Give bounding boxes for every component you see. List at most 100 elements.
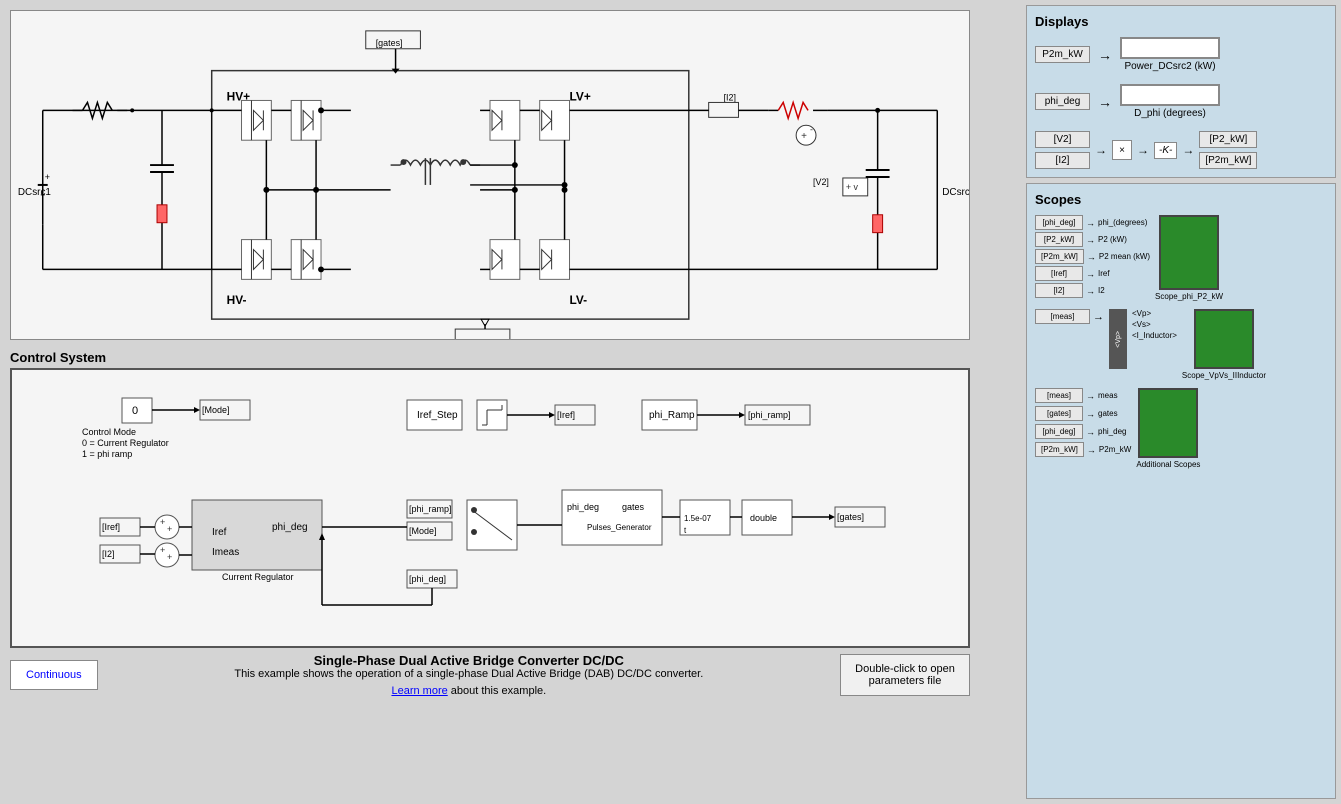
scopes-panel: Scopes [phi_deg] → phi_(degrees) [P2_kW]… bbox=[1026, 183, 1336, 799]
gain-block: -K- bbox=[1154, 142, 1177, 159]
s3-gates: [gates] bbox=[1035, 406, 1083, 421]
display-col-phi: D_phi (degrees) bbox=[1120, 84, 1220, 119]
s1-label-5: I2 bbox=[1098, 286, 1105, 295]
svg-text:[Mode]: [Mode] bbox=[202, 405, 230, 415]
arrow-icon-3: → bbox=[1095, 143, 1107, 157]
circuit-diagram: HV+ LV+ HV- LV- DCsrc1 + bbox=[10, 10, 970, 340]
scope2-meas: [meas] → bbox=[1035, 309, 1104, 324]
svg-text:+: + bbox=[45, 172, 50, 182]
svg-text:phi_deg: phi_deg bbox=[567, 502, 599, 512]
learn-more-suffix: about this example. bbox=[451, 685, 546, 697]
scope3-inputs: [meas] → meas [gates] → gates [phi_deg] … bbox=[1035, 388, 1131, 457]
scope1-inputs: [phi_deg] → phi_(degrees) [P2_kW] → P2 (… bbox=[1035, 215, 1150, 298]
signal-i2: [I2] bbox=[1035, 152, 1090, 169]
display-label-phi: D_phi (degrees) bbox=[1134, 108, 1206, 119]
svg-text:+: + bbox=[167, 552, 172, 562]
display-item-phi: phi_deg → D_phi (degrees) bbox=[1035, 84, 1327, 119]
displays-title: Displays bbox=[1035, 14, 1327, 29]
scope2-screen-col: Scope_VpVs_IIInductor bbox=[1182, 309, 1266, 380]
learn-more-link[interactable]: Learn more bbox=[391, 685, 447, 697]
signal-phi-deg: phi_deg bbox=[1035, 93, 1090, 110]
svg-text:DCsrc1: DCsrc1 bbox=[18, 187, 52, 198]
arrow-s1-4: → bbox=[1086, 269, 1095, 279]
s1-label-2: P2 (kW) bbox=[1098, 235, 1127, 244]
signal-p2-kw-out: [P2_kW] bbox=[1199, 131, 1257, 148]
arrow-icon: → bbox=[1098, 47, 1112, 63]
svg-text:gates: gates bbox=[622, 502, 645, 512]
s3-phi-deg: [phi_deg] bbox=[1035, 424, 1083, 439]
s3-label-3: phi_deg bbox=[1098, 427, 1126, 436]
svg-text:DCsrc2: DCsrc2 bbox=[942, 187, 969, 198]
scope3-name: Additional Scopes bbox=[1136, 460, 1200, 469]
scope3-input-4: [P2m_kW] → P2m_kW bbox=[1035, 442, 1131, 457]
signal-p2m-kw: P2m_kW bbox=[1035, 46, 1090, 63]
multiply-inputs: [V2] [I2] bbox=[1035, 131, 1090, 169]
main-container: HV+ LV+ HV- LV- DCsrc1 + bbox=[0, 0, 1341, 804]
scope3-screen[interactable] bbox=[1138, 388, 1198, 458]
scope2-labels: <Vp> <Vs> <I_Inductor> bbox=[1132, 309, 1177, 340]
s1-phi-deg: [phi_deg] bbox=[1035, 215, 1083, 230]
svg-text:phi_deg: phi_deg bbox=[272, 522, 308, 533]
svg-text:Imeas: Imeas bbox=[212, 547, 239, 558]
scope2-screen[interactable] bbox=[1194, 309, 1254, 369]
scope-vpvs: [meas] → <Vp> <Vp> <Vs> <I_Inductor> Sco… bbox=[1035, 309, 1327, 380]
scope3-screen-col: Additional Scopes bbox=[1136, 388, 1200, 469]
svg-text:1 = phi ramp: 1 = phi ramp bbox=[82, 449, 132, 459]
multiply-block: × bbox=[1112, 140, 1132, 160]
s3-label-2: gates bbox=[1098, 409, 1118, 418]
scope2-mux: <Vp> bbox=[1109, 309, 1127, 369]
s1-p2m-kw: [P2m_kW] bbox=[1035, 249, 1084, 264]
svg-text:double: double bbox=[750, 513, 777, 523]
s1-label-3: P2 mean (kW) bbox=[1099, 252, 1150, 261]
svg-text:+ v: + v bbox=[846, 182, 859, 192]
diagram-description: This example shows the operation of a si… bbox=[118, 668, 820, 680]
s2-label-1: <Vp> bbox=[1132, 309, 1177, 318]
multiply-outputs: [P2_kW] [P2m_kW] bbox=[1199, 131, 1257, 169]
svg-text:Iref: Iref bbox=[212, 527, 227, 538]
arrow-icon-4: → bbox=[1137, 143, 1149, 157]
multiply-section: [V2] [I2] → × → -K- → [P2_kW] [P2m_kW] bbox=[1035, 131, 1327, 169]
bottom-bar: Continuous Single-Phase Dual Active Brid… bbox=[10, 653, 970, 697]
svg-text:1.5e-07: 1.5e-07 bbox=[684, 514, 712, 523]
svg-text:[Iref]: [Iref] bbox=[557, 410, 575, 420]
svg-text:[phi_ramp]: [phi_ramp] bbox=[409, 504, 452, 514]
scope1-screen[interactable] bbox=[1159, 215, 1219, 290]
svg-text:[I2]: [I2] bbox=[724, 92, 736, 102]
scopes-title: Scopes bbox=[1035, 192, 1327, 207]
svg-text:[gates]: [gates] bbox=[837, 512, 864, 522]
display-box-phi bbox=[1120, 84, 1220, 106]
signal-p2m-kw-out: [P2m_kW] bbox=[1199, 152, 1257, 169]
svg-text:Control Mode: Control Mode bbox=[82, 427, 136, 437]
svg-text:+: + bbox=[801, 131, 807, 142]
arrow-icon-2: → bbox=[1098, 94, 1112, 110]
control-diagram: 0 [Mode] Control Mode 0 = Current Regula… bbox=[10, 368, 970, 648]
arrow-s2: → bbox=[1093, 311, 1104, 323]
svg-text:-: - bbox=[810, 124, 813, 134]
svg-text:Iref_Step: Iref_Step bbox=[417, 410, 458, 421]
svg-text:+: + bbox=[167, 524, 172, 534]
s3-label-1: meas bbox=[1098, 391, 1118, 400]
arrow-s1-1: → bbox=[1086, 218, 1095, 228]
svg-text:LV-: LV- bbox=[570, 293, 588, 307]
diagram-title: Single-Phase Dual Active Bridge Converte… bbox=[118, 653, 820, 668]
s1-i2: [I2] bbox=[1035, 283, 1083, 298]
continuous-button[interactable]: Continuous bbox=[10, 660, 98, 690]
arrow-s3-3: → bbox=[1086, 427, 1095, 437]
right-panels: Displays P2m_kW → Power_DCsrc2 (kW) phi_… bbox=[1021, 0, 1341, 804]
s2-meas: [meas] bbox=[1035, 309, 1090, 324]
s3-meas: [meas] bbox=[1035, 388, 1083, 403]
svg-text:phi_Ramp: phi_Ramp bbox=[649, 410, 695, 421]
s1-label-4: Iref bbox=[1098, 269, 1110, 278]
signal-v2: [V2] bbox=[1035, 131, 1090, 148]
svg-text:[phi_ramp]: [phi_ramp] bbox=[748, 410, 791, 420]
scope2-name: Scope_VpVs_IIInductor bbox=[1182, 371, 1266, 380]
scope3-input-1: [meas] → meas bbox=[1035, 388, 1131, 403]
display-item-power: P2m_kW → Power_DCsrc2 (kW) bbox=[1035, 37, 1327, 72]
simulation-area: HV+ LV+ HV- LV- DCsrc1 + bbox=[0, 0, 1021, 804]
svg-text:+: + bbox=[160, 517, 165, 527]
scope3-input-3: [phi_deg] → phi_deg bbox=[1035, 424, 1131, 439]
control-section: Control System 0 [Mode] Contro bbox=[10, 350, 1011, 648]
svg-text:[Iref]: [Iref] bbox=[102, 522, 120, 532]
open-params-button[interactable]: Double-click to open parameters file bbox=[840, 654, 970, 696]
s3-label-4: P2m_kW bbox=[1099, 445, 1131, 454]
